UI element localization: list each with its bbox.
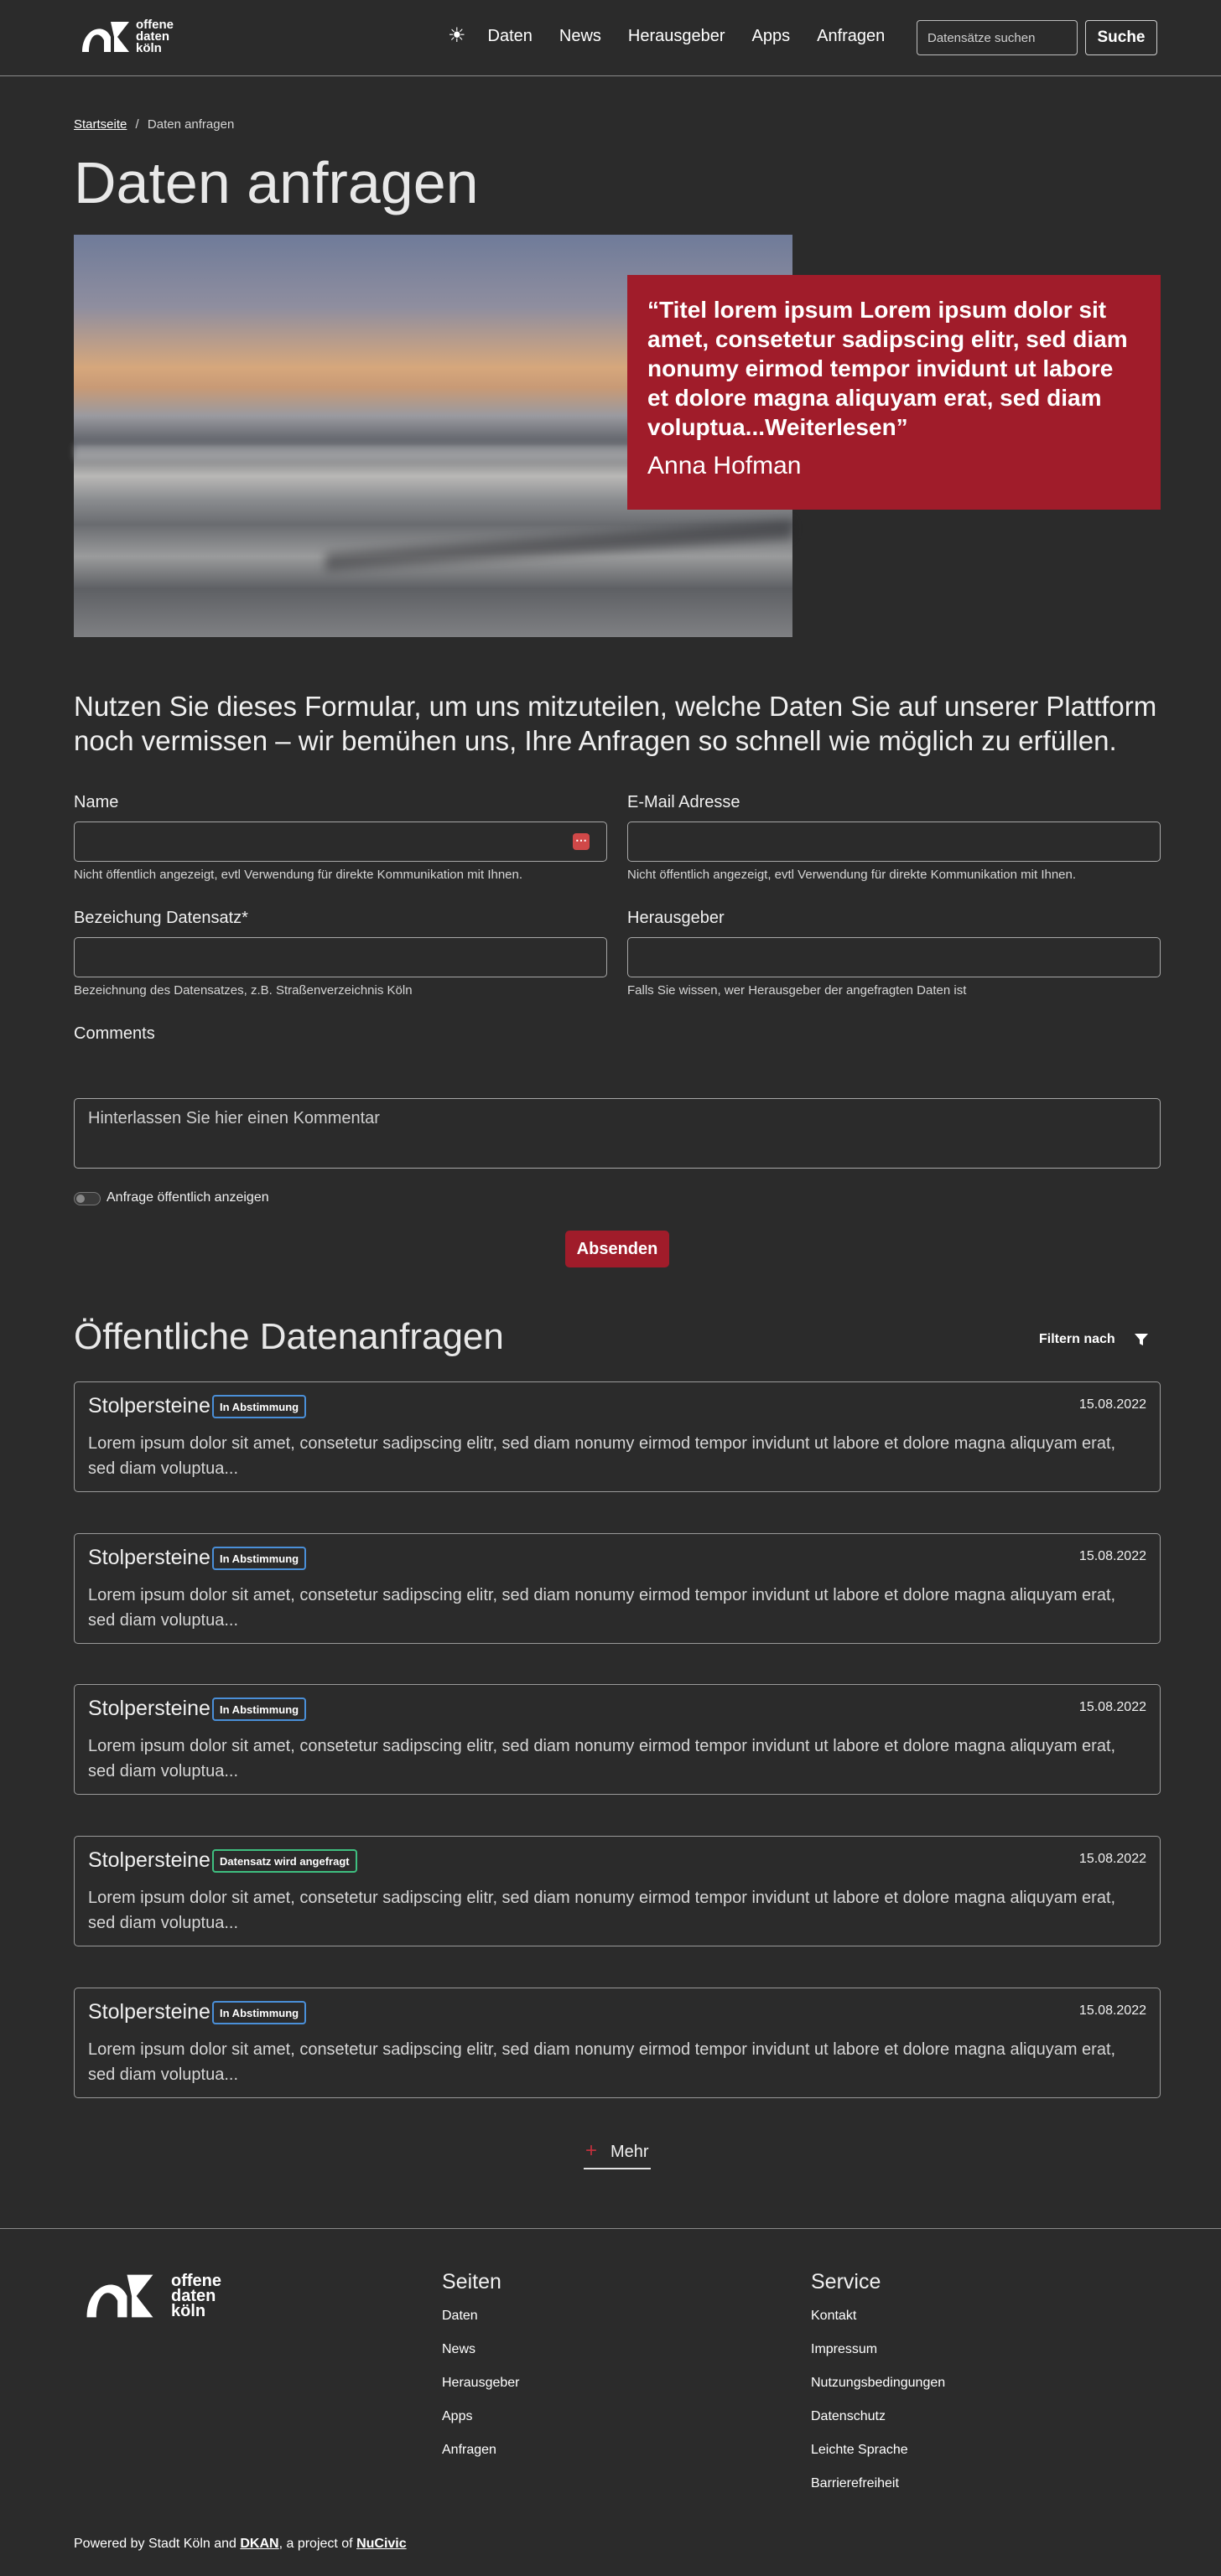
footer-link-apps[interactable]: Apps <box>442 2409 472 2424</box>
requests-title: Öffentliche Datenanfragen <box>74 1316 504 1357</box>
name-label: Name <box>74 793 119 811</box>
main-nav: ☀ Daten News Herausgeber Apps Anfragen <box>448 23 912 49</box>
nav-item-anfragen[interactable]: Anfragen <box>817 23 885 49</box>
page-title: Daten anfragen <box>74 150 479 215</box>
request-text: Lorem ipsum dolor sit amet, consetetur s… <box>88 1889 1116 1932</box>
logo-mark-icon <box>86 2274 153 2318</box>
status-badge: In Abstimmung <box>212 2001 307 2024</box>
footer-divider <box>0 2228 1221 2229</box>
footer-link-news[interactable]: News <box>442 2342 475 2357</box>
hero-streak <box>325 520 792 572</box>
footer-link-kontakt[interactable]: Kontakt <box>811 2309 856 2324</box>
request-date: 15.08.2022 <box>1078 2003 1146 2018</box>
public-toggle-label: Anfrage öffentlich anzeigen <box>107 1190 269 1205</box>
plus-icon: + <box>585 2139 598 2162</box>
footer-link-datenschutz[interactable]: Datenschutz <box>811 2409 886 2424</box>
powered-by: Powered by Stadt Köln and DKAN, a projec… <box>74 2537 407 2552</box>
request-card[interactable]: Stolpersteine In Abstimmung 15.08.2022 L… <box>74 1381 1161 1492</box>
public-toggle[interactable] <box>74 1192 101 1205</box>
status-badge: Datensatz wird angefragt <box>212 1849 357 1873</box>
dataset-label: Bezeichung Datensatz* <box>74 909 248 927</box>
dataset-field[interactable] <box>74 937 607 977</box>
name-help: Nicht öffentlich angezeigt, evtl Verwend… <box>74 868 523 882</box>
footer-link-leichte-sprache[interactable]: Leichte Sprache <box>811 2443 908 2458</box>
autofill-icon[interactable]: ⋯ <box>573 833 590 850</box>
more-label: Mehr <box>610 2143 649 2161</box>
breadcrumb-current: Daten anfragen <box>147 117 235 132</box>
comments-label: Comments <box>74 1024 155 1043</box>
more-button[interactable]: + Mehr <box>584 2139 651 2169</box>
quote-box: “Titel lorem ipsum Lorem ipsum dolor sit… <box>627 275 1161 510</box>
publisher-field[interactable] <box>627 937 1161 977</box>
request-title: Stolpersteine <box>88 1546 210 1569</box>
footer-link-anfragen[interactable]: Anfragen <box>442 2443 496 2458</box>
breadcrumb-separator: / <box>135 117 139 132</box>
status-badge: In Abstimmung <box>212 1547 307 1570</box>
email-help: Nicht öffentlich angezeigt, evtl Verwend… <box>627 868 1077 882</box>
request-date: 15.08.2022 <box>1078 1700 1146 1714</box>
nav-item-news[interactable]: News <box>559 23 601 49</box>
powered-prefix: Powered by Stadt Köln and <box>74 2537 241 2551</box>
logo[interactable]: offene daten köln <box>81 18 174 55</box>
name-field[interactable]: ⋯ <box>74 822 607 862</box>
quote-text[interactable]: “Titel lorem ipsum Lorem ipsum dolor sit… <box>647 295 1140 442</box>
logo-text: offene daten köln <box>171 2273 221 2319</box>
nav-item-herausgeber[interactable]: Herausgeber <box>628 23 725 49</box>
footer-link-daten[interactable]: Daten <box>442 2309 478 2324</box>
theme-toggle-sun-icon[interactable]: ☀ <box>448 23 466 49</box>
request-text: Lorem ipsum dolor sit amet, consetetur s… <box>88 1737 1116 1780</box>
request-card[interactable]: Stolpersteine Datensatz wird angefragt 1… <box>74 1836 1161 1946</box>
powered-middle: , a project of <box>278 2537 357 2551</box>
footer-link-nutzungsbedingungen[interactable]: Nutzungsbedingungen <box>811 2376 945 2391</box>
logo-line: köln <box>136 41 162 55</box>
request-title: Stolpersteine <box>88 2000 210 2024</box>
request-date: 15.08.2022 <box>1078 1549 1146 1563</box>
breadcrumb-home-link[interactable]: Startseite <box>74 117 127 132</box>
nav-item-apps[interactable]: Apps <box>752 23 791 49</box>
footer-pages-title: Seiten <box>442 2270 501 2294</box>
nucivic-link[interactable]: NuCivic <box>356 2537 407 2551</box>
request-card[interactable]: Stolpersteine In Abstimmung 15.08.2022 L… <box>74 1988 1161 2098</box>
footer-link-barrierefreiheit[interactable]: Barrierefreiheit <box>811 2476 899 2491</box>
request-card[interactable]: Stolpersteine In Abstimmung 15.08.2022 L… <box>74 1684 1161 1795</box>
filter-icon[interactable] <box>1134 1332 1149 1347</box>
search-button[interactable]: Suche <box>1085 20 1157 55</box>
request-text: Lorem ipsum dolor sit amet, consetetur s… <box>88 1434 1116 1478</box>
footer-link-herausgeber[interactable]: Herausgeber <box>442 2376 520 2391</box>
logo-line: köln <box>171 2302 206 2320</box>
request-title: Stolpersteine <box>88 1697 210 1720</box>
email-label: E-Mail Adresse <box>627 793 740 811</box>
request-date: 15.08.2022 <box>1078 1852 1146 1866</box>
status-badge: In Abstimmung <box>212 1697 307 1721</box>
nav-item-daten[interactable]: Daten <box>488 23 533 49</box>
site-header: offene daten köln ☀ Daten News Herausgeb… <box>0 0 1221 76</box>
breadcrumb: Startseite / Daten anfragen <box>74 117 1161 132</box>
search-input[interactable] <box>917 20 1078 55</box>
comments-textarea[interactable]: Hinterlassen Sie hier einen Kommentar <box>74 1098 1161 1169</box>
logo-mark-icon <box>82 22 129 52</box>
quote-author: Anna Hofman <box>647 452 802 479</box>
email-field[interactable] <box>627 822 1161 862</box>
publisher-label: Herausgeber <box>627 909 725 927</box>
dataset-help: Bezeichnung des Datensatzes, z.B. Straße… <box>74 983 413 998</box>
footer-service-title: Service <box>811 2270 881 2294</box>
footer-link-impressum[interactable]: Impressum <box>811 2342 877 2357</box>
request-card[interactable]: Stolpersteine In Abstimmung 15.08.2022 L… <box>74 1533 1161 1644</box>
request-date: 15.08.2022 <box>1078 1397 1146 1412</box>
filter-label[interactable]: Filtern nach <box>1039 1332 1115 1347</box>
status-badge: In Abstimmung <box>212 1395 307 1418</box>
logo-text: offene daten köln <box>136 18 174 55</box>
request-text: Lorem ipsum dolor sit amet, consetetur s… <box>88 2040 1116 2084</box>
publisher-help: Falls Sie wissen, wer Herausgeber der an… <box>627 983 967 998</box>
request-text: Lorem ipsum dolor sit amet, consetetur s… <box>88 1586 1116 1630</box>
intro-text: Nutzen Sie dieses Formular, um uns mitzu… <box>74 691 1157 756</box>
dkan-link[interactable]: DKAN <box>240 2537 278 2551</box>
request-title: Stolpersteine <box>88 1848 210 1872</box>
footer-logo[interactable]: offene daten köln <box>74 2270 221 2322</box>
request-title: Stolpersteine <box>88 1394 210 1418</box>
submit-button[interactable]: Absenden <box>565 1231 669 1267</box>
